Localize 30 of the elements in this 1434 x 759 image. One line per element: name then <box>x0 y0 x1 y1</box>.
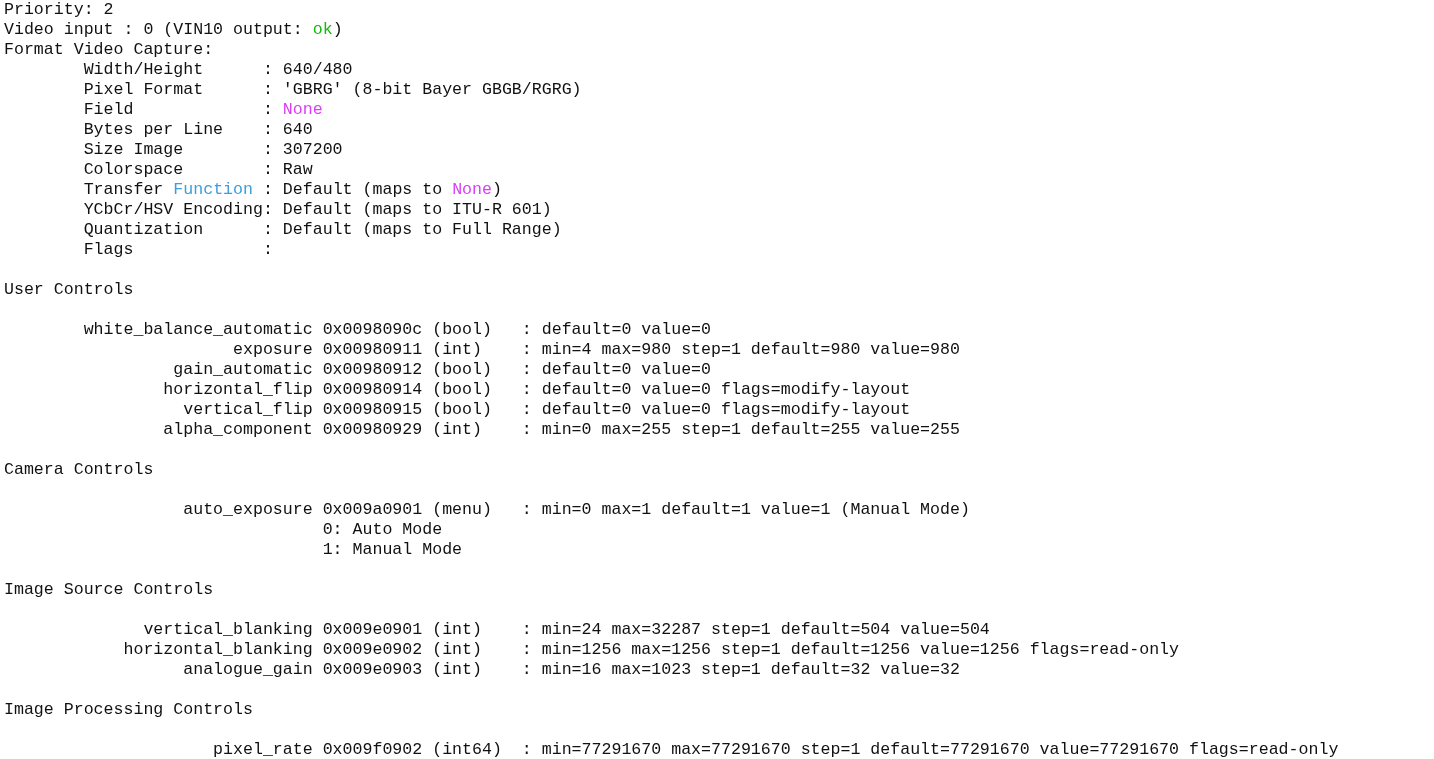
terminal-line: vertical_blanking 0x009e0901 (int) : min=24 max=32287 step=1 default=504 value=504 <box>142 620 990 640</box>
terminal-line: Width/Height : 640/480 <box>82 60 353 80</box>
terminal-line: gain_automatic 0x00980912 (bool) : default=0 value=0 <box>172 360 711 380</box>
terminal-line: exposure 0x00980911 (int) : min=4 max=980 step=1 default=980 value=980 <box>232 340 960 360</box>
terminal-line: Format Video Capture: <box>4 40 214 60</box>
terminal-line: Colorspace : Raw <box>82 160 313 180</box>
terminal-line: alpha_component 0x00980929 (int) : min=0 max=255 step=1 default=255 value=255 <box>162 420 960 440</box>
terminal-line: Pixel Format : 'GBRG' (8-bit Bayer GBGB/RGRG) <box>82 80 582 100</box>
terminal-line: Field : None <box>82 100 323 120</box>
terminal-line: Flags : <box>82 240 273 260</box>
terminal-line: white_balance_automatic 0x0098090c (bool) : default=0 value=0 <box>82 320 711 340</box>
terminal-line: Quantization : Default (maps to Full Range) <box>82 220 562 240</box>
terminal-line: Image Processing Controls <box>4 700 253 720</box>
terminal-line: 1: Manual Mode <box>321 540 463 560</box>
terminal-line: YCbCr/HSV Encoding: Default (maps to ITU-R 601) <box>82 200 552 220</box>
terminal-line: User Controls <box>4 280 134 300</box>
terminal-line: Video input : 0 (VIN10 output: ok) <box>4 20 343 40</box>
terminal-line: Priority: 2 <box>4 0 114 20</box>
terminal-line: 0: Auto Mode <box>321 520 443 540</box>
terminal-line: Transfer Function : Default (maps to None) <box>82 180 502 200</box>
terminal-line: Bytes per Line : 640 <box>82 120 313 140</box>
terminal-line: vertical_flip 0x00980915 (bool) : default=0 value=0 flags=modify-layout <box>182 400 911 420</box>
terminal-line: Camera Controls <box>4 460 154 480</box>
terminal-line: horizontal_flip 0x00980914 (bool) : default=0 value=0 flags=modify-layout <box>162 380 911 400</box>
terminal-line: analogue_gain 0x009e0903 (int) : min=16 max=1023 step=1 default=32 value=32 <box>182 660 960 680</box>
terminal-line: Image Source Controls <box>4 580 214 600</box>
terminal-line: Size Image : 307200 <box>82 140 343 160</box>
terminal-line: auto_exposure 0x009a0901 (menu) : min=0 max=1 default=1 value=1 (Manual Mode) <box>182 500 970 520</box>
terminal-line: pixel_rate 0x009f0902 (int64) : min=77291670 max=77291670 step=1 default=77291670 value=77291670 flags=read-only <box>212 740 1339 759</box>
terminal-line: horizontal_blanking 0x009e0902 (int) : min=1256 max=1256 step=1 default=1256 value=1256 flags=read-only <box>122 640 1180 660</box>
